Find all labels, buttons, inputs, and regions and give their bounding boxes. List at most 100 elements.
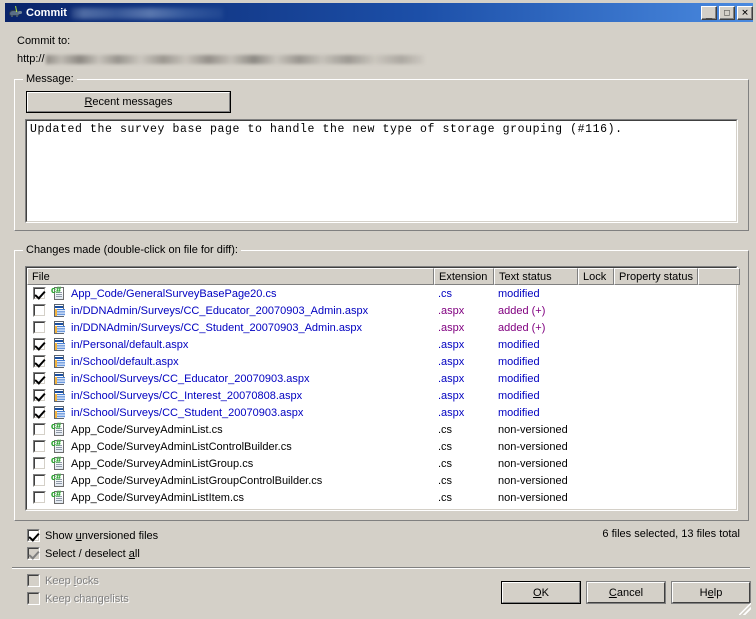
- keep-changelists-checkbox-box: [27, 592, 40, 605]
- file-checkbox[interactable]: [33, 372, 46, 385]
- commit-message-text: Updated the survey base page to handle t…: [30, 123, 623, 136]
- table-row[interactable]: c# App_Code/SurveyAdminList.cs .cs non-vers…: [27, 421, 736, 438]
- file-list-header: File Extension Text status Lock Property sta…: [27, 268, 740, 285]
- file-cell: c# App_Code/SurveyAdminListControlBuilder…: [27, 439, 434, 455]
- file-cell: c# App_Code/SurveyAdminList.cs: [27, 422, 434, 438]
- table-row[interactable]: in/DDNAdmin/Surveys/CC_Student_20070903_…: [27, 319, 736, 336]
- file-extension: .aspx: [438, 321, 465, 334]
- table-row[interactable]: in/School/default.aspx .aspx modified: [27, 353, 736, 370]
- file-checkbox[interactable]: [33, 287, 46, 300]
- file-extension: .aspx: [438, 338, 465, 351]
- maximize-button[interactable]: □: [719, 5, 735, 20]
- table-row[interactable]: in/School/Surveys/CC_Educator_20070903.a…: [27, 370, 736, 387]
- recent-messages-rest: ecent messages: [92, 96, 173, 108]
- file-count-status: 6 files selected, 13 files total: [602, 528, 740, 540]
- cancel-button[interactable]: Cancel: [586, 581, 666, 604]
- show-unversioned-label: Show unversioned files: [45, 529, 159, 542]
- file-checkbox[interactable]: [33, 474, 46, 487]
- file-cell: c# App_Code/SurveyAdminListItem.cs: [27, 490, 434, 506]
- minimize-button[interactable]: _: [701, 5, 717, 20]
- file-path: App_Code/SurveyAdminListItem.cs: [71, 491, 245, 504]
- commit-message-textarea[interactable]: Updated the survey base page to handle t…: [25, 119, 738, 223]
- table-row[interactable]: in/DDNAdmin/Surveys/CC_Educator_20070903…: [27, 302, 736, 319]
- keep-locks-checkbox-box: [27, 574, 40, 587]
- file-extension: .aspx: [438, 389, 465, 402]
- window-title: Commit: [26, 6, 67, 19]
- file-checkbox[interactable]: [33, 389, 46, 402]
- file-cell: in/School/Surveys/CC_Interest_20070808.a…: [27, 388, 434, 404]
- file-extension: .aspx: [438, 406, 465, 419]
- file-checkbox[interactable]: [33, 457, 46, 470]
- aspx-file-icon: [51, 303, 67, 319]
- file-cell: in/Personal/default.aspx: [27, 337, 434, 353]
- select-deselect-all-checkbox-box[interactable]: [27, 547, 40, 560]
- file-extension: .cs: [438, 287, 453, 300]
- show-unversioned-checkbox-box[interactable]: [27, 529, 40, 542]
- table-row[interactable]: c# App_Code/SurveyAdminListControlBuilder…: [27, 438, 736, 455]
- column-header-text-status[interactable]: Text status: [494, 268, 578, 285]
- file-extension: .aspx: [438, 355, 465, 368]
- file-list[interactable]: File Extension Text status Lock Property sta…: [25, 266, 740, 511]
- cancel-button-label: Cancel: [608, 586, 644, 599]
- file-cell: in/School/default.aspx: [27, 354, 434, 370]
- close-button[interactable]: ✕: [737, 5, 753, 20]
- file-list-body[interactable]: c# App_Code/GeneralSurveyBasePage20.cs .cs…: [27, 285, 736, 509]
- commit-dialog-window: \ Commit _ □ ✕ Commit to: http:// Messag…: [0, 0, 756, 619]
- csharp-file-icon: c#: [51, 473, 67, 489]
- file-checkbox[interactable]: [33, 406, 46, 419]
- column-header-extension[interactable]: Extension: [434, 268, 494, 285]
- file-cell: c# App_Code/GeneralSurveyBasePage20.cs: [27, 286, 434, 302]
- file-path: in/School/Surveys/CC_Student_20070903.as…: [71, 406, 304, 419]
- file-cell: in/DDNAdmin/Surveys/CC_Student_20070903_…: [27, 320, 434, 336]
- commit-url-protocol: http://: [17, 53, 45, 65]
- select-deselect-all-checkbox[interactable]: Select / deselect all: [27, 547, 140, 560]
- file-path: in/School/Surveys/CC_Interest_20070808.a…: [71, 389, 303, 402]
- table-row[interactable]: in/School/Surveys/CC_Interest_20070808.a…: [27, 387, 736, 404]
- text-status: non-versioned: [498, 491, 568, 504]
- column-header-blank[interactable]: [698, 268, 740, 285]
- table-row[interactable]: c# App_Code/SurveyAdminListItem.cs .cs non-…: [27, 489, 736, 506]
- text-status: added (+): [498, 304, 546, 317]
- column-header-file[interactable]: File: [27, 268, 434, 285]
- file-cell: in/School/Surveys/CC_Educator_20070903.a…: [27, 371, 434, 387]
- table-row[interactable]: in/School/Surveys/CC_Student_20070903.as…: [27, 404, 736, 421]
- file-cell: c# App_Code/SurveyAdminListGroupControlBu…: [27, 473, 434, 489]
- column-header-property-status[interactable]: Property status: [614, 268, 698, 285]
- table-row[interactable]: c# App_Code/GeneralSurveyBasePage20.cs .cs…: [27, 285, 736, 302]
- keep-locks-checkbox: Keep locks: [27, 574, 99, 587]
- file-checkbox[interactable]: [33, 423, 46, 436]
- file-path: App_Code/SurveyAdminListGroupControlBuil…: [71, 474, 323, 487]
- help-button[interactable]: Help: [671, 581, 751, 604]
- table-row[interactable]: c# App_Code/SurveyAdminListGroupControlBu…: [27, 472, 736, 489]
- ok-button[interactable]: OK: [501, 581, 581, 604]
- file-path: in/School/Surveys/CC_Educator_20070903.a…: [71, 372, 310, 385]
- file-checkbox[interactable]: [33, 338, 46, 351]
- text-status: modified: [498, 372, 540, 385]
- aspx-file-icon: [51, 405, 67, 421]
- file-checkbox[interactable]: [33, 321, 46, 334]
- text-status: non-versioned: [498, 474, 568, 487]
- aspx-file-icon: [51, 371, 67, 387]
- table-row[interactable]: c# App_Code/SurveyAdminListGroup.cs .cs non…: [27, 455, 736, 472]
- text-status: non-versioned: [498, 440, 568, 453]
- text-status: added (+): [498, 321, 546, 334]
- table-row[interactable]: in/Personal/default.aspx .aspx modified: [27, 336, 736, 353]
- file-checkbox[interactable]: [33, 491, 46, 504]
- file-checkbox[interactable]: [33, 355, 46, 368]
- ok-button-label: OK: [533, 586, 549, 599]
- show-unversioned-files-checkbox[interactable]: Show unversioned files: [27, 529, 158, 542]
- file-cell: in/School/Surveys/CC_Student_20070903.as…: [27, 405, 434, 421]
- file-checkbox[interactable]: [33, 440, 46, 453]
- select-deselect-all-label: Select / deselect all: [45, 547, 140, 560]
- text-status: non-versioned: [498, 423, 568, 436]
- text-status: modified: [498, 287, 540, 300]
- column-header-lock[interactable]: Lock: [578, 268, 614, 285]
- csharp-file-icon: c#: [51, 286, 67, 302]
- file-checkbox[interactable]: [33, 304, 46, 317]
- file-path: App_Code/SurveyAdminListGroup.cs: [71, 457, 254, 470]
- text-status: modified: [498, 338, 540, 351]
- keep-changelists-checkbox: Keep changelists: [27, 592, 129, 605]
- recent-messages-button[interactable]: Recent messages: [26, 91, 231, 113]
- window-title-redacted-path: [70, 7, 223, 19]
- resize-grip[interactable]: [739, 603, 751, 615]
